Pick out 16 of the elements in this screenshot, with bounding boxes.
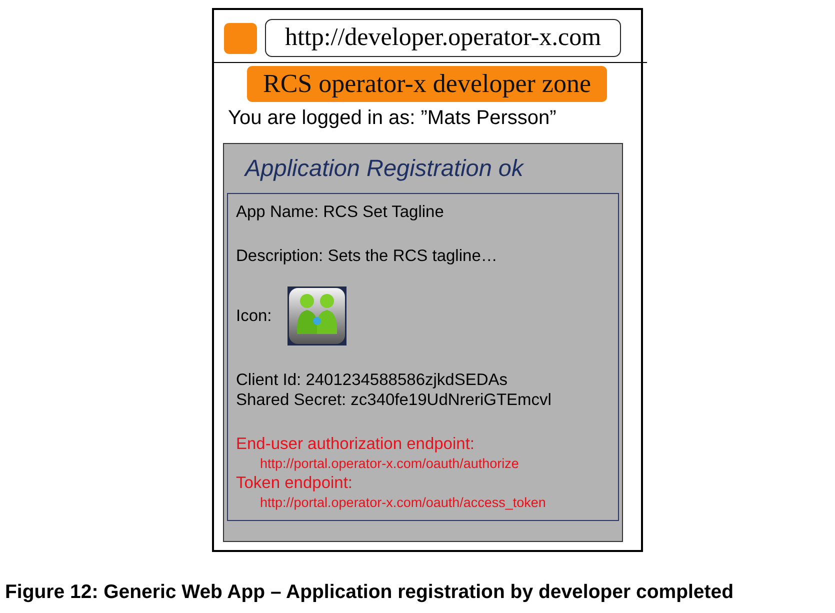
endpoint-label: End-user authorization endpoint: (236, 434, 476, 454)
field-text: Shared Secret: zc340fe19UdNreriGTEmcvl (236, 390, 552, 410)
two-people-icon (286, 286, 347, 346)
endpoint-url: http://portal.operator-x.com/oauth/authorize (259, 455, 520, 473)
field-text: Description: Sets the RCS tagline… (236, 246, 498, 266)
panel-title: Application Registration ok (245, 155, 525, 183)
site-logo-icon (224, 22, 257, 54)
figure-caption: Figure 12: Generic Web App – Application registration by developer completed (5, 581, 735, 604)
header-banner: RCS operator-x developer zone (247, 66, 607, 102)
endpoint-url: http://portal.operator-x.com/oauth/access_token (259, 494, 547, 512)
login-status: You are logged in as: ”Mats Persson” (228, 107, 558, 130)
field-text: Icon: (236, 306, 272, 326)
address-bar[interactable]: http://developer.operator-x.com (265, 19, 621, 57)
endpoint-label: Token endpoint: (236, 473, 354, 493)
field-text: App Name: RCS Set Tagline (236, 202, 445, 222)
field-text: Client Id: 2401234588586zjkdSEDAs (236, 370, 509, 390)
